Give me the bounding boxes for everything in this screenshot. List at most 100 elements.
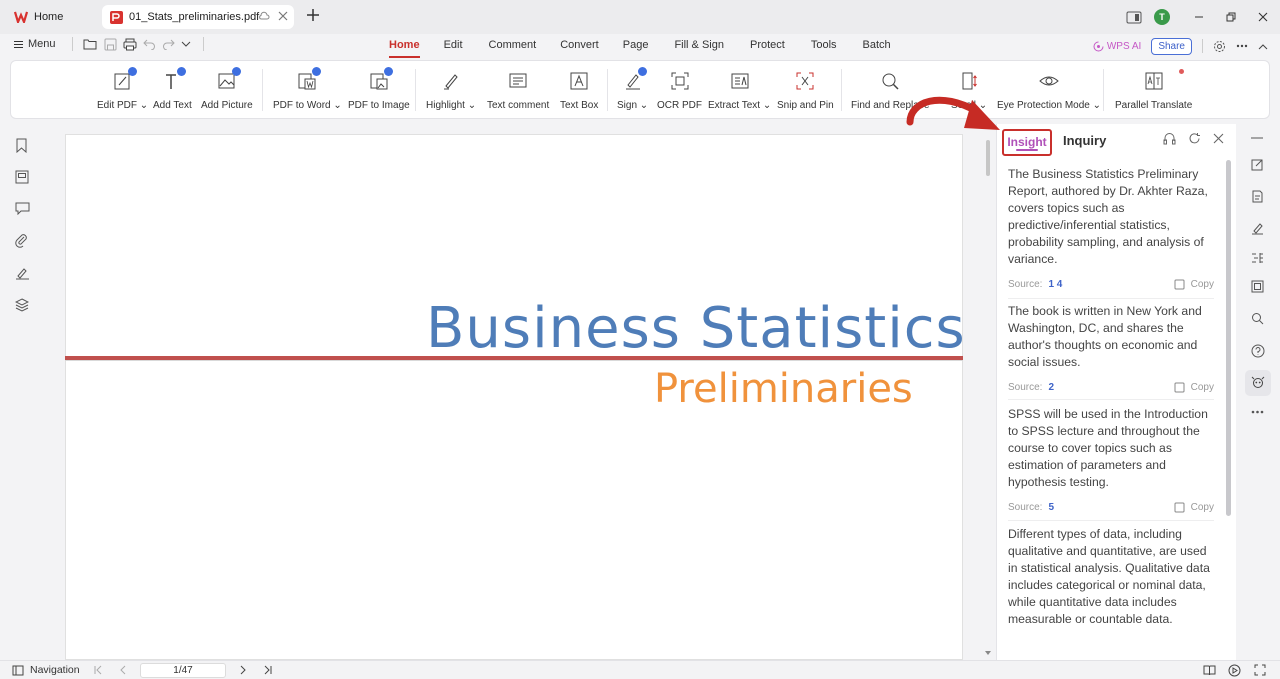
- fullscreen-icon[interactable]: [1254, 664, 1266, 676]
- save-icon[interactable]: [104, 38, 117, 51]
- highlight-label: Highlight: [426, 100, 465, 111]
- ocr-icon: [670, 71, 690, 91]
- cloud-icon[interactable]: [258, 11, 270, 21]
- compare-icon[interactable]: [1251, 280, 1264, 293]
- file-tab-label: 01_Stats_preliminaries.pdf: [129, 11, 260, 23]
- more-tools-icon[interactable]: [1251, 410, 1264, 414]
- sign-label: Sign: [617, 100, 638, 111]
- window-layout-icon[interactable]: [1126, 11, 1142, 24]
- share-button[interactable]: Share: [1151, 37, 1192, 55]
- tab-protect[interactable]: Protect: [741, 34, 794, 58]
- copy-label: Copy: [1190, 501, 1214, 513]
- more-icon[interactable]: [1236, 44, 1248, 48]
- copy-button[interactable]: Copy: [1174, 279, 1214, 290]
- search-panel-icon[interactable]: [1251, 312, 1264, 325]
- copy-button[interactable]: Copy: [1174, 502, 1214, 513]
- panel-scrollbar[interactable]: [1226, 160, 1231, 516]
- add-picture-button[interactable]: Add Picture: [201, 67, 253, 111]
- edit-note-icon[interactable]: [1251, 158, 1264, 171]
- source-links[interactable]: 5: [1048, 502, 1054, 513]
- tab-inquiry[interactable]: Inquiry: [1063, 133, 1106, 148]
- ribbon-toolbar: Edit PDF ⌄ Add Text Add Picture PDF to W…: [10, 60, 1270, 119]
- next-page-icon[interactable]: [238, 665, 248, 675]
- refresh-icon[interactable]: [1188, 132, 1201, 145]
- settings-icon[interactable]: [1213, 40, 1226, 53]
- ai-sparkle-icon: [1093, 41, 1104, 52]
- signature-icon[interactable]: [15, 266, 30, 280]
- thumbnails-icon[interactable]: [15, 170, 29, 184]
- sign-button[interactable]: Sign ⌄: [617, 67, 648, 111]
- prev-page-icon[interactable]: [118, 665, 128, 675]
- first-page-icon[interactable]: [93, 665, 103, 675]
- attachment-icon[interactable]: [15, 234, 29, 248]
- file-tab[interactable]: 01_Stats_preliminaries.pdf: [102, 5, 294, 29]
- help-icon[interactable]: [1251, 344, 1265, 358]
- text-box-button[interactable]: Text Box: [560, 69, 598, 111]
- tab-tools[interactable]: Tools: [802, 34, 846, 58]
- source-links[interactable]: 2: [1048, 382, 1054, 393]
- pen-tool-icon[interactable]: [1251, 222, 1264, 235]
- copy-icon: [1174, 502, 1185, 513]
- ai-assistant-icon[interactable]: [1251, 376, 1265, 389]
- highlight-button[interactable]: Highlight ⌄: [426, 69, 476, 111]
- last-page-icon[interactable]: [263, 665, 273, 675]
- page-number-input[interactable]: 1/47: [140, 663, 226, 678]
- eye-protection-button[interactable]: Eye Protection Mode ⌄: [997, 69, 1101, 111]
- tab-page[interactable]: Page: [614, 34, 658, 58]
- source-links[interactable]: 1 4: [1048, 279, 1062, 290]
- undo-icon[interactable]: [143, 38, 156, 50]
- restore-icon[interactable]: [1226, 12, 1236, 22]
- chevron-down-icon[interactable]: [181, 41, 191, 48]
- tab-edit[interactable]: Edit: [435, 34, 472, 58]
- close-tab-icon[interactable]: [278, 11, 288, 21]
- copy-button[interactable]: Copy: [1174, 382, 1214, 393]
- ocr-pdf-button[interactable]: OCR PDF: [657, 69, 702, 111]
- document-scrollbar[interactable]: [984, 134, 992, 660]
- reading-mode-icon[interactable]: [1203, 664, 1216, 676]
- open-folder-icon[interactable]: [83, 38, 98, 51]
- scroll-down-icon[interactable]: [985, 651, 991, 656]
- tab-home[interactable]: Home: [380, 34, 429, 58]
- tab-convert[interactable]: Convert: [551, 34, 608, 58]
- print-icon[interactable]: [123, 38, 137, 51]
- right-sidebar: [1238, 124, 1280, 660]
- wps-ai-button[interactable]: WPS AI: [1093, 41, 1141, 52]
- tab-comment[interactable]: Comment: [480, 34, 546, 58]
- play-icon[interactable]: [1228, 664, 1241, 677]
- outline-icon[interactable]: [1251, 252, 1264, 264]
- avatar[interactable]: T: [1154, 9, 1170, 25]
- snip-and-pin-button[interactable]: Snip and Pin: [777, 69, 834, 111]
- headphones-icon[interactable]: [1163, 132, 1176, 145]
- extract-text-label: Extract Text: [708, 100, 761, 111]
- navigation-toggle[interactable]: Navigation: [12, 664, 80, 676]
- collapse-ribbon-icon[interactable]: [1258, 43, 1268, 50]
- add-text-button[interactable]: Add Text: [153, 67, 192, 111]
- close-panel-icon[interactable]: [1213, 132, 1224, 145]
- text-box-icon: [569, 71, 589, 91]
- new-tab-icon[interactable]: [306, 8, 320, 22]
- insight-card-3: SPSS will be used in the Introduction to…: [1008, 406, 1214, 521]
- navigation-panel-icon: [12, 665, 24, 676]
- document-props-icon[interactable]: [1251, 190, 1264, 203]
- extract-text-button[interactable]: Extract Text ⌄: [708, 69, 771, 111]
- minimize-icon[interactable]: [1194, 12, 1204, 22]
- bookmark-icon[interactable]: [15, 138, 28, 153]
- insight-text: Different types of data, including quali…: [1008, 527, 1210, 626]
- parallel-translate-button[interactable]: Parallel Translate: [1115, 69, 1192, 111]
- text-comment-button[interactable]: Text comment: [487, 69, 549, 111]
- redo-icon[interactable]: [162, 38, 175, 50]
- comments-icon[interactable]: [15, 202, 30, 215]
- menu-button[interactable]: Menu: [14, 38, 56, 50]
- copy-label: Copy: [1190, 278, 1214, 290]
- pdf-to-word-button[interactable]: PDF to Word ⌄: [273, 67, 342, 111]
- layers-icon[interactable]: [15, 298, 29, 312]
- tab-batch[interactable]: Batch: [854, 34, 900, 58]
- eye-icon: [1039, 71, 1059, 91]
- edit-pdf-button[interactable]: Edit PDF ⌄: [97, 67, 148, 111]
- document-scroll-thumb[interactable]: [986, 140, 990, 176]
- tab-fill-sign[interactable]: Fill & Sign: [665, 34, 733, 58]
- close-window-icon[interactable]: [1258, 12, 1268, 22]
- home-tab[interactable]: Home: [6, 5, 98, 29]
- minus-icon[interactable]: [1251, 136, 1263, 140]
- pdf-to-image-button[interactable]: PDF to Image: [348, 67, 410, 111]
